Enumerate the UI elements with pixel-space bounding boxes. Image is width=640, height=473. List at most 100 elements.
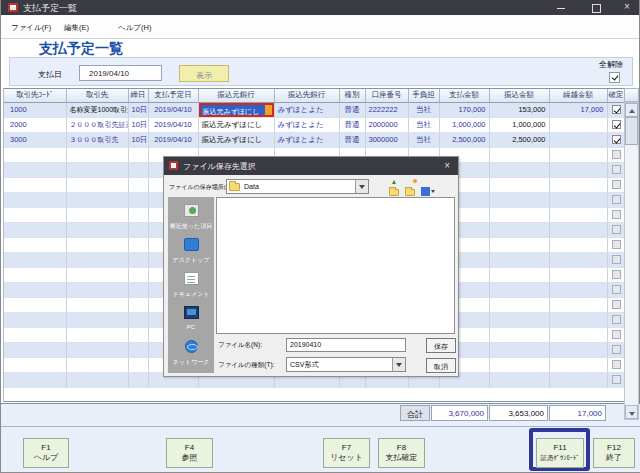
cell-code[interactable]	[4, 342, 66, 357]
column-header[interactable]: 支払予定日	[148, 89, 198, 102]
payment-date-input[interactable]: 2019/04/10	[79, 65, 162, 81]
cell-carry[interactable]	[549, 252, 607, 267]
cell-partner[interactable]	[66, 252, 128, 267]
column-header[interactable]: 繰越金額	[549, 89, 607, 102]
cell-carry[interactable]: 17,000	[549, 102, 607, 117]
dialog-close-icon[interactable]: ×	[444, 160, 450, 171]
cell-carry[interactable]	[549, 372, 607, 387]
column-header[interactable]: 手負担	[408, 89, 439, 102]
cell-close_day[interactable]	[128, 297, 148, 312]
cell-fee[interactable]: 当社	[408, 102, 439, 117]
cell-carry[interactable]	[549, 222, 607, 237]
cell-confirmed[interactable]	[607, 252, 624, 267]
cell-carry[interactable]	[549, 237, 607, 252]
column-header[interactable]: 種別	[339, 89, 365, 102]
cell-code[interactable]	[4, 147, 66, 162]
cell-partner[interactable]	[66, 162, 128, 177]
cell-close_day[interactable]	[128, 177, 148, 192]
column-header[interactable]: 確定	[607, 89, 624, 102]
cell-close_day[interactable]	[128, 162, 148, 177]
column-header[interactable]: 振込元銀行	[198, 89, 274, 102]
column-header[interactable]: 支払金額	[439, 89, 489, 102]
function-button-f1[interactable]: F1ヘルプ	[23, 438, 69, 468]
cell-close_day[interactable]	[128, 207, 148, 222]
table-row[interactable]: 1000名称変更1000取引先略10日2019/04/10振込元みずほにしみずほ…	[4, 102, 624, 117]
filename-input[interactable]: 20190410	[286, 338, 406, 352]
cell-carry[interactable]	[549, 177, 607, 192]
cell-code[interactable]	[4, 237, 66, 252]
cell-from_bank[interactable]: 振込元みずほにし	[198, 102, 274, 117]
cell-code[interactable]: 3000	[4, 132, 66, 147]
cell-pay[interactable]: 1,000,000	[439, 117, 489, 132]
column-header[interactable]: 取引先	[66, 89, 128, 102]
cell-from_bank[interactable]: 振込元みずほにし	[198, 132, 274, 147]
editing-cell[interactable]: 振込元みずほにし	[199, 103, 274, 117]
function-button-f11[interactable]: F11証憑ﾀﾞｳﾝﾛｰﾄﾞ	[536, 438, 584, 468]
cell-transfer[interactable]	[489, 207, 549, 222]
confirm-checkbox[interactable]	[612, 105, 621, 114]
cell-type[interactable]: 普通	[339, 102, 365, 117]
cell-confirmed[interactable]	[607, 297, 624, 312]
combo-dropdown-icon[interactable]	[392, 358, 405, 371]
cell-close_day[interactable]	[128, 372, 148, 387]
cell-confirmed[interactable]	[607, 267, 624, 282]
cell-close_day[interactable]	[128, 147, 148, 162]
confirm-checkbox[interactable]	[612, 120, 621, 129]
cell-partner[interactable]: ３０００取引先	[66, 132, 128, 147]
cell-confirmed[interactable]	[607, 207, 624, 222]
cell-close_day[interactable]	[128, 222, 148, 237]
cell-confirmed[interactable]	[607, 192, 624, 207]
cell-partner[interactable]	[66, 342, 128, 357]
cell-confirmed[interactable]	[607, 117, 624, 132]
cell-transfer[interactable]	[489, 297, 549, 312]
cell-confirmed[interactable]	[607, 222, 624, 237]
cell-code[interactable]	[4, 357, 66, 372]
cell-partner[interactable]	[66, 147, 128, 162]
cell-confirmed[interactable]	[607, 102, 624, 117]
cell-pay[interactable]: 170,000	[439, 102, 489, 117]
cell-to_bank[interactable]: みずほとよた	[274, 132, 339, 147]
cell-transfer[interactable]	[489, 267, 549, 282]
cell-confirmed[interactable]	[607, 147, 624, 162]
vertical-scrollbar[interactable]	[624, 102, 639, 420]
cell-code[interactable]	[4, 282, 66, 297]
scroll-up-icon[interactable]	[625, 103, 638, 117]
places-item[interactable]: デスクトップ	[168, 237, 214, 265]
cell-carry[interactable]	[549, 282, 607, 297]
cell-close_day[interactable]: 10日	[128, 117, 148, 132]
maximize-button[interactable]	[585, 0, 607, 15]
column-header[interactable]: 振込金額	[489, 89, 549, 102]
filetype-combobox[interactable]: CSV形式	[286, 357, 406, 372]
places-item[interactable]: PC	[168, 305, 214, 330]
cell-confirmed[interactable]	[607, 132, 624, 147]
cell-transfer[interactable]	[489, 147, 549, 162]
cell-due_date[interactable]: 2019/04/10	[148, 132, 198, 147]
cell-transfer[interactable]: 153,000	[489, 102, 549, 117]
cell-partner[interactable]	[66, 297, 128, 312]
cell-partner[interactable]: 名称変更1000取引先略	[66, 102, 128, 117]
table-row[interactable]: 3000３０００取引先10日2019/04/10振込元みずほにしみずほとよた普通…	[4, 132, 624, 147]
cell-partner[interactable]	[66, 372, 128, 387]
cell-carry[interactable]	[549, 147, 607, 162]
cell-partner[interactable]	[66, 357, 128, 372]
function-button-f7[interactable]: F7リセット	[323, 438, 370, 468]
cell-partner[interactable]	[66, 312, 128, 327]
scroll-down-icon[interactable]	[625, 405, 638, 419]
file-list[interactable]	[216, 197, 455, 334]
minimize-button[interactable]	[550, 0, 572, 15]
cell-account[interactable]: 2000000	[365, 117, 408, 132]
cell-confirmed[interactable]	[607, 162, 624, 177]
cell-due_date[interactable]: 2019/04/10	[148, 117, 198, 132]
cell-close_day[interactable]	[128, 192, 148, 207]
table-row[interactable]: 2000２０００取引先証憑送10日2019/04/10振込元みずほにしみずほとよ…	[4, 117, 624, 132]
cell-code[interactable]	[4, 207, 66, 222]
cell-carry[interactable]	[549, 297, 607, 312]
cell-code[interactable]	[4, 267, 66, 282]
cell-close_day[interactable]	[128, 357, 148, 372]
places-item[interactable]: 最近使った項目	[168, 203, 214, 231]
places-item[interactable]: ネットワーク	[168, 339, 214, 367]
cell-to_bank[interactable]: みずほとよた	[274, 102, 339, 117]
cell-transfer[interactable]	[489, 252, 549, 267]
cell-carry[interactable]	[549, 117, 607, 132]
cell-confirmed[interactable]	[607, 357, 624, 372]
